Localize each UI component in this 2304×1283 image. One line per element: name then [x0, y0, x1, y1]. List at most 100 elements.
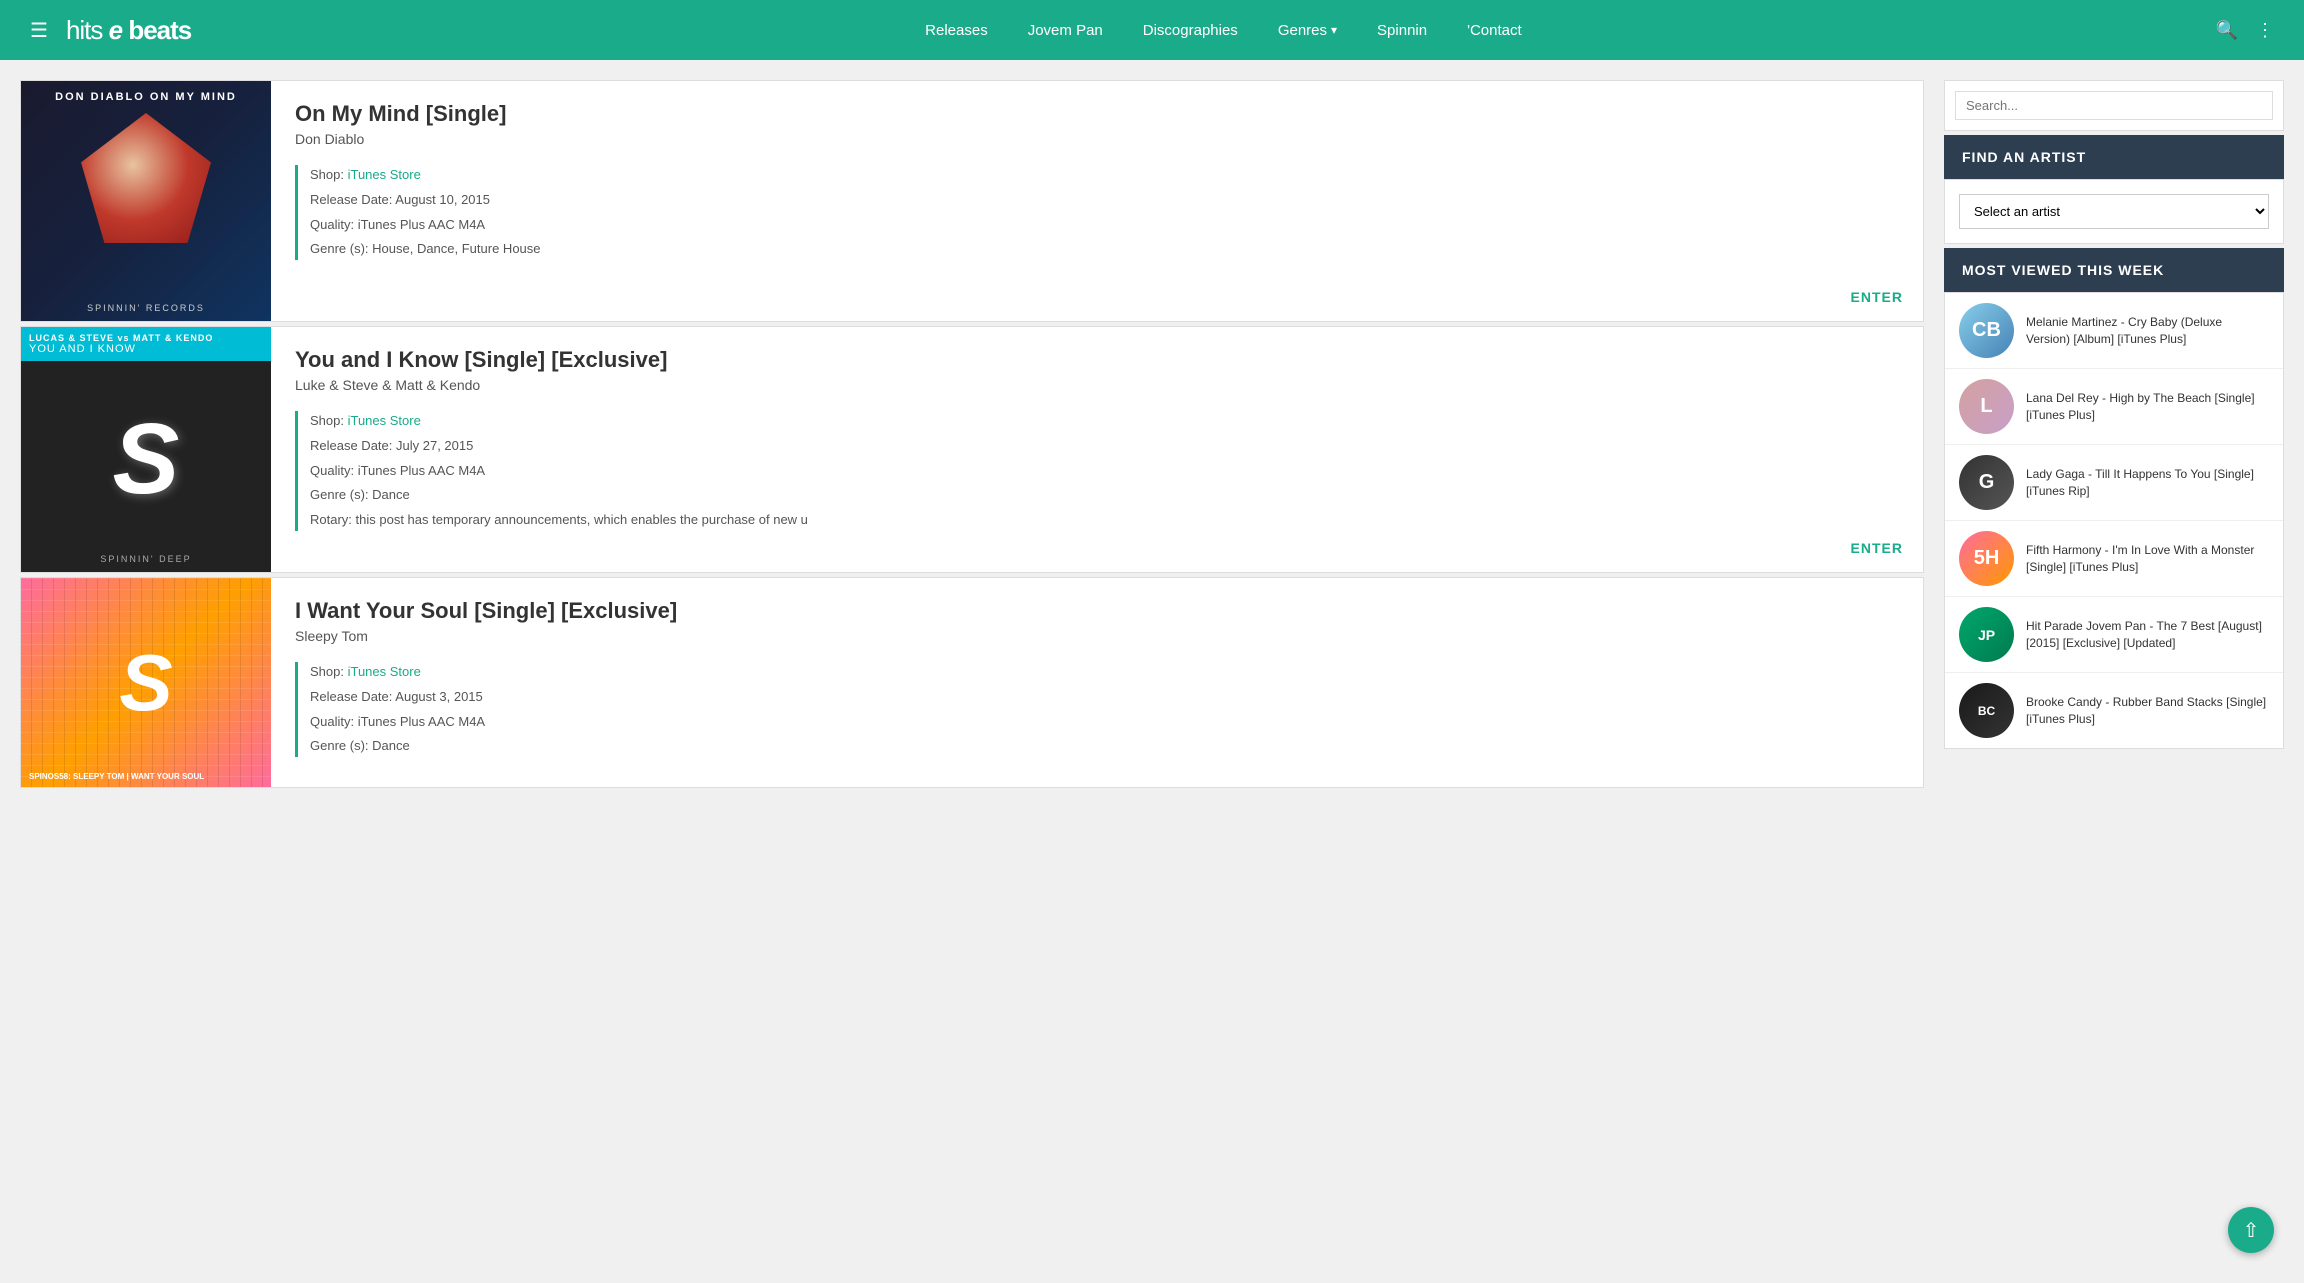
- album-label-2: SPINNIN' DEEP: [100, 554, 191, 564]
- genres-dropdown-icon: ▾: [1331, 23, 1337, 37]
- album-label-1: SPINNIN' RECORDS: [87, 303, 205, 313]
- release-date-value-3: August 3, 2015: [395, 689, 482, 704]
- quality-row-1: Quality: iTunes Plus AAC M4A: [310, 215, 1899, 236]
- genre-value-3: Dance: [372, 738, 410, 753]
- nav-releases[interactable]: Releases: [925, 22, 988, 39]
- release-title-1: On My Mind [Single]: [295, 101, 1899, 127]
- most-viewed-item-brooke[interactable]: BC Brooke Candy - Rubber Band Stacks [Si…: [1945, 673, 2283, 748]
- most-viewed-text-fifth-harmony: Fifth Harmony - I'm In Love With a Monst…: [2026, 542, 2269, 576]
- release-date-value-2: July 27, 2015: [396, 438, 473, 453]
- nav-genres[interactable]: Genres ▾: [1278, 22, 1337, 39]
- album-art-shape-1: [81, 113, 211, 243]
- nav-discographies[interactable]: Discographies: [1143, 22, 1238, 39]
- release-image-on-my-mind: DON DIABLO ON MY MIND SPINNIN' RECORDS: [21, 81, 271, 321]
- shop-label-2: Shop:: [310, 413, 344, 428]
- rotary-value-2: this post has temporary announcements, w…: [356, 512, 808, 527]
- most-viewed-item-lana[interactable]: L Lana Del Rey - High by The Beach [Sing…: [1945, 369, 2283, 445]
- quality-label-3: Quality:: [310, 714, 354, 729]
- page-layout: DON DIABLO ON MY MIND SPINNIN' RECORDS O…: [0, 60, 2304, 812]
- most-viewed-thumb-brooke: BC: [1959, 683, 2014, 738]
- release-date-row-1: Release Date: August 10, 2015: [310, 190, 1899, 211]
- main-nav: Releases Jovem Pan Discographies Genres …: [231, 22, 2215, 39]
- header-icons: 🔍 ⋮: [2216, 20, 2274, 41]
- quality-label-2: Quality:: [310, 463, 354, 478]
- quality-label-1: Quality:: [310, 217, 354, 232]
- album-top-text-2: LUCAS & STEVE vs MATT & KENDOYOU AND I K…: [21, 327, 271, 361]
- release-image-i-want-your-soul: S SPINOS58: SLEEPY TOM | WANT YOUR SOUL: [21, 578, 271, 787]
- album-top-text-1: DON DIABLO ON MY MIND: [55, 81, 237, 108]
- find-artist-section: Select an artist: [1944, 179, 2284, 244]
- nav-contact[interactable]: 'Contact: [1467, 22, 1522, 39]
- quality-row-2: Quality: iTunes Plus AAC M4A: [310, 461, 1899, 482]
- most-viewed-text-crybaby: Melanie Martinez - Cry Baby (Deluxe Vers…: [2026, 314, 2269, 348]
- most-viewed-item-fifth-harmony[interactable]: 5H Fifth Harmony - I'm In Love With a Mo…: [1945, 521, 2283, 597]
- genre-label-2: Genre (s):: [310, 487, 369, 502]
- release-card-i-want-your-soul: S SPINOS58: SLEEPY TOM | WANT YOUR SOUL …: [20, 577, 1924, 788]
- release-card-you-and-i-know: LUCAS & STEVE vs MATT & KENDOYOU AND I K…: [20, 326, 1924, 573]
- most-viewed-item-jp[interactable]: JP Hit Parade Jovem Pan - The 7 Best [Au…: [1945, 597, 2283, 673]
- enter-button-1[interactable]: ENTER: [1851, 289, 1903, 305]
- more-options-icon[interactable]: ⋮: [2256, 20, 2274, 41]
- site-logo[interactable]: hits e beats: [66, 15, 191, 46]
- quality-value-1: iTunes Plus AAC M4A: [358, 217, 485, 232]
- genre-value-2: Dance: [372, 487, 410, 502]
- release-date-label-2: Release Date:: [310, 438, 392, 453]
- release-details-3: Shop: iTunes Store Release Date: August …: [295, 662, 1899, 757]
- release-artist-1: Don Diablo: [295, 131, 1899, 147]
- shop-link-3[interactable]: iTunes Store: [348, 664, 421, 679]
- release-date-row-3: Release Date: August 3, 2015: [310, 687, 1899, 708]
- sidebar-search-box: [1944, 80, 2284, 131]
- genre-row-1: Genre (s): House, Dance, Future House: [310, 239, 1899, 260]
- most-viewed-thumb-jp: JP: [1959, 607, 2014, 662]
- genre-label-3: Genre (s):: [310, 738, 369, 753]
- release-card-on-my-mind: DON DIABLO ON MY MIND SPINNIN' RECORDS O…: [20, 80, 1924, 322]
- album-s-logo-3: S: [119, 637, 172, 729]
- genre-row-3: Genre (s): Dance: [310, 736, 1899, 757]
- logo-e: e: [102, 15, 128, 45]
- most-viewed-thumb-lana: L: [1959, 379, 2014, 434]
- release-date-label-3: Release Date:: [310, 689, 392, 704]
- release-details-1: Shop: iTunes Store Release Date: August …: [295, 165, 1899, 260]
- most-viewed-text-brooke: Brooke Candy - Rubber Band Stacks [Singl…: [2026, 694, 2269, 728]
- menu-icon[interactable]: ☰: [30, 18, 48, 43]
- search-icon[interactable]: 🔍: [2216, 20, 2238, 41]
- shop-link-2[interactable]: iTunes Store: [348, 413, 421, 428]
- most-viewed-item-gaga[interactable]: G Lady Gaga - Till It Happens To You [Si…: [1945, 445, 2283, 521]
- shop-label-3: Shop:: [310, 664, 344, 679]
- find-artist-header: FIND AN ARTIST: [1944, 135, 2284, 179]
- nav-spinnin[interactable]: Spinnin: [1377, 22, 1427, 39]
- most-viewed-section: CB Melanie Martinez - Cry Baby (Deluxe V…: [1944, 292, 2284, 749]
- release-image-you-and-i-know: LUCAS & STEVE vs MATT & KENDOYOU AND I K…: [21, 327, 271, 572]
- release-details-2: Shop: iTunes Store Release Date: July 27…: [295, 411, 1899, 531]
- most-viewed-thumb-crybaby: CB: [1959, 303, 2014, 358]
- sidebar: FIND AN ARTIST Select an artist MOST VIE…: [1944, 80, 2284, 792]
- genre-value-1: House, Dance, Future House: [372, 241, 540, 256]
- shop-label-1: Shop:: [310, 167, 344, 182]
- enter-button-2[interactable]: ENTER: [1851, 540, 1903, 556]
- find-artist-select[interactable]: Select an artist: [1959, 194, 2269, 229]
- release-date-label-1: Release Date:: [310, 192, 392, 207]
- release-title-2: You and I Know [Single] [Exclusive]: [295, 347, 1899, 373]
- logo-beats: beats: [128, 15, 191, 45]
- nav-genres-link[interactable]: Genres: [1278, 22, 1327, 39]
- most-viewed-thumb-gaga: G: [1959, 455, 2014, 510]
- quality-value-3: iTunes Plus AAC M4A: [358, 714, 485, 729]
- nav-jovem-pan[interactable]: Jovem Pan: [1028, 22, 1103, 39]
- scroll-to-top-button[interactable]: ⇧: [2228, 1207, 2274, 1253]
- shop-link-1[interactable]: iTunes Store: [348, 167, 421, 182]
- quality-value-2: iTunes Plus AAC M4A: [358, 463, 485, 478]
- release-date-row-2: Release Date: July 27, 2015: [310, 436, 1899, 457]
- genre-row-2: Genre (s): Dance: [310, 485, 1899, 506]
- main-header: ☰ hits e beats Releases Jovem Pan Discog…: [0, 0, 2304, 60]
- album-s-logo-2: S: [113, 402, 180, 517]
- release-info-i-want-your-soul: I Want Your Soul [Single] [Exclusive] Sl…: [271, 578, 1923, 787]
- release-info-you-and-i-know: You and I Know [Single] [Exclusive] Luke…: [271, 327, 1923, 572]
- most-viewed-header: MOST VIEWED THIS WEEK: [1944, 248, 2284, 292]
- rotary-label-2: Rotary:: [310, 512, 352, 527]
- most-viewed-item-crybaby[interactable]: CB Melanie Martinez - Cry Baby (Deluxe V…: [1945, 293, 2283, 369]
- logo-hits: hits: [66, 15, 102, 45]
- release-artist-2: Luke & Steve & Matt & Kendo: [295, 377, 1899, 393]
- sidebar-search-input[interactable]: [1955, 91, 2273, 120]
- shop-row-3: Shop: iTunes Store: [310, 662, 1899, 683]
- album-artist-label-3: SPINOS58: SLEEPY TOM | WANT YOUR SOUL: [29, 772, 204, 781]
